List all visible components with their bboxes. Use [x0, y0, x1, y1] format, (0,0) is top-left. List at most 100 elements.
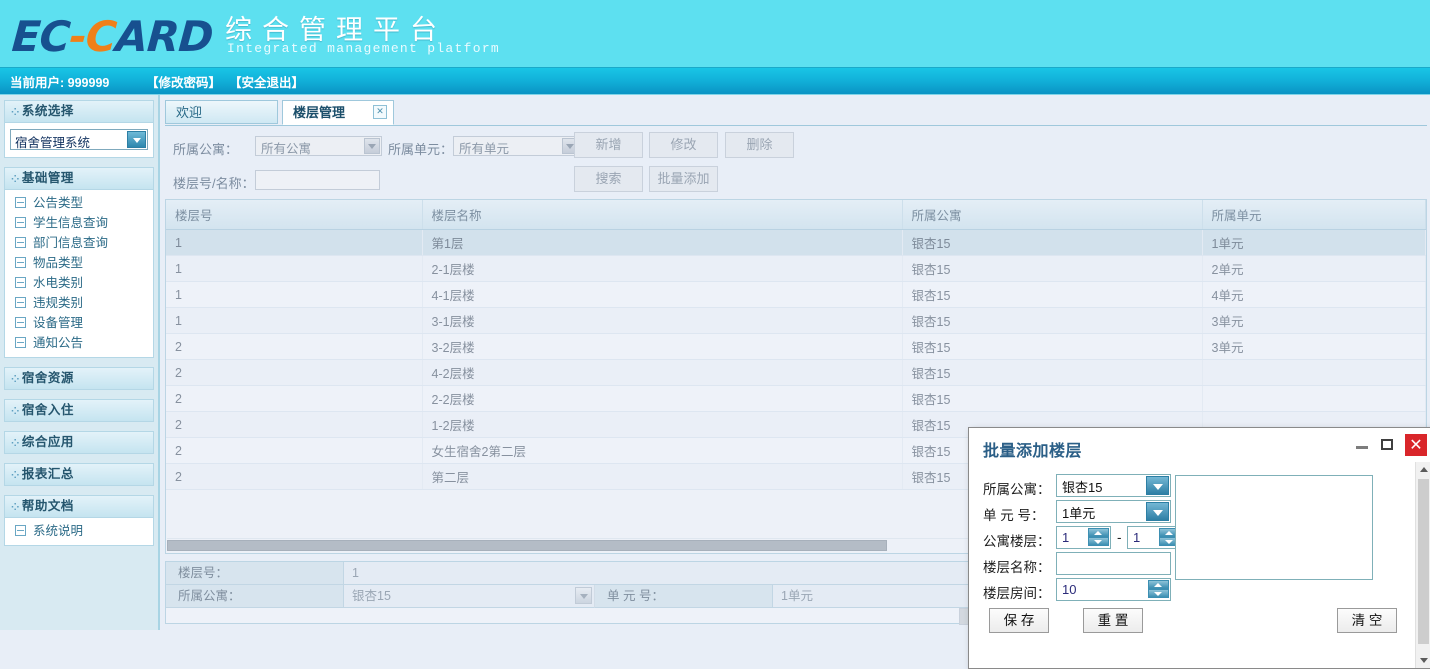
- delete-button[interactable]: 删除: [725, 132, 794, 158]
- sidebar-group-header-basic[interactable]: ⁘ 基础管理: [5, 168, 153, 190]
- dialog-vertical-scrollbar[interactable]: [1415, 462, 1430, 668]
- chevron-down-icon[interactable]: [575, 587, 592, 604]
- dialog-floor-range-separator: -: [1117, 530, 1122, 545]
- sidebar-group-header-dorm-resource[interactable]: ⁘ 宿舍资源: [5, 368, 153, 389]
- sidebar-group-header-help[interactable]: ⁘ 帮助文档: [5, 496, 153, 518]
- chevron-down-icon[interactable]: [127, 131, 146, 148]
- detail-apartment-label: 所属公寓：: [166, 585, 344, 608]
- cell-floor-no: 1: [166, 281, 423, 308]
- sidebar-item-department-query[interactable]: 部门信息查询: [5, 233, 153, 253]
- dialog-floor-from-stepper[interactable]: 1: [1056, 526, 1111, 549]
- table-row[interactable]: 1 3-1层楼 银杏15 3单元: [166, 307, 1426, 334]
- dialog-unit-select[interactable]: 1单元: [1056, 500, 1171, 523]
- dialog-reset-button[interactable]: 重 置: [1083, 608, 1143, 633]
- dialog-clear-button[interactable]: 清 空: [1337, 608, 1397, 633]
- column-header-floor-name[interactable]: 楼层名称: [422, 200, 903, 230]
- table-row[interactable]: 2 3-2层楼 银杏15 3单元: [166, 333, 1426, 360]
- floor-name-filter-input[interactable]: [255, 170, 380, 190]
- bullet-icon: ⁘: [11, 406, 20, 417]
- sidebar-menu-help: 系统说明: [5, 518, 153, 545]
- unit-filter-select[interactable]: 所有单元: [453, 136, 580, 156]
- scrollbar-thumb[interactable]: [1418, 479, 1429, 644]
- scroll-down-icon[interactable]: [1416, 653, 1430, 668]
- system-select-header: ⁘ 系统选择: [5, 101, 153, 123]
- stepper-arrows-icon[interactable]: [1148, 580, 1169, 599]
- logo-text-ard: ARD: [114, 12, 215, 61]
- sidebar-item-utility-type[interactable]: 水电类别: [5, 273, 153, 293]
- stepper-arrows-icon[interactable]: [1088, 528, 1109, 547]
- column-header-apartment[interactable]: 所属公寓: [902, 200, 1203, 230]
- dialog-save-button[interactable]: 保 存: [989, 608, 1049, 633]
- logout-link[interactable]: 【安全退出】: [229, 72, 304, 91]
- bullet-icon: ⁘: [11, 470, 20, 481]
- dialog-floor-name-input[interactable]: [1056, 552, 1171, 575]
- close-icon[interactable]: ✕: [373, 105, 387, 119]
- add-button[interactable]: 新增: [574, 132, 643, 158]
- tab-welcome[interactable]: 欢迎: [165, 100, 278, 124]
- stepper-up-icon[interactable]: [1088, 528, 1109, 537]
- table-row[interactable]: 1 4-1层楼 银杏15 4单元: [166, 281, 1426, 308]
- dialog-floor-to-stepper[interactable]: 1: [1127, 526, 1182, 549]
- logo-text-ec: EC: [10, 12, 72, 61]
- dialog-floor-from-value: 1: [1062, 530, 1070, 545]
- sidebar-item-announcement[interactable]: 通知公告: [5, 333, 153, 353]
- sidebar-item-violation-type[interactable]: 违规类别: [5, 293, 153, 313]
- column-header-floor-no[interactable]: 楼层号: [166, 200, 423, 230]
- sidebar-item-student-query[interactable]: 学生信息查询: [5, 213, 153, 233]
- maximize-icon[interactable]: [1376, 434, 1398, 456]
- sidebar-item-system-manual[interactable]: 系统说明: [5, 521, 153, 541]
- cell-unit: 1单元: [1202, 229, 1426, 256]
- tab-floor-management[interactable]: 楼层管理 ✕: [282, 100, 394, 125]
- sidebar-group-header-reports[interactable]: ⁘ 报表汇总: [5, 464, 153, 485]
- sidebar-item-equipment-management[interactable]: 设备管理: [5, 313, 153, 333]
- stepper-down-icon[interactable]: [1148, 589, 1169, 598]
- bullet-square-icon: [15, 297, 26, 309]
- sidebar-group-title: 帮助文档: [21, 499, 74, 513]
- dialog-log-area[interactable]: [1175, 475, 1373, 580]
- sidebar-group-header-dorm-checkin[interactable]: ⁘ 宿舍入住: [5, 400, 153, 421]
- sidebar-group-header-comprehensive[interactable]: ⁘ 综合应用: [5, 432, 153, 453]
- bullet-square-icon: [15, 217, 26, 229]
- dialog-unit-value: 1单元: [1062, 506, 1096, 521]
- column-header-unit[interactable]: 所属单元: [1202, 200, 1426, 230]
- close-icon[interactable]: ✕: [1405, 434, 1427, 456]
- dialog-room-count-stepper[interactable]: 10: [1056, 578, 1171, 601]
- stepper-up-icon[interactable]: [1148, 580, 1169, 589]
- user-bar: 当前用户: 999999 【修改密码】 【安全退出】: [0, 68, 1430, 95]
- dialog-apartment-select[interactable]: 银杏15: [1056, 474, 1171, 497]
- table-row[interactable]: 1 第1层 银杏15 1单元: [166, 229, 1426, 256]
- sidebar-item-notice-type[interactable]: 公告类型: [5, 193, 153, 213]
- scroll-up-icon[interactable]: [1416, 462, 1430, 477]
- system-select-title: 系统选择: [21, 104, 74, 118]
- cell-floor-name: 4-1层楼: [422, 281, 903, 308]
- bullet-square-icon: [15, 277, 26, 289]
- search-button[interactable]: 搜索: [574, 166, 643, 192]
- table-row[interactable]: 2 4-2层楼 银杏15: [166, 359, 1426, 386]
- table-row[interactable]: 1 2-1层楼 银杏15 2单元: [166, 255, 1426, 282]
- sidebar-group-dorm-checkin: ⁘ 宿舍入住: [4, 399, 154, 422]
- cell-unit: 3单元: [1202, 333, 1426, 360]
- stepper-down-icon[interactable]: [1088, 537, 1109, 546]
- minimize-icon[interactable]: [1351, 434, 1373, 456]
- chevron-down-icon[interactable]: [364, 138, 380, 154]
- change-password-link[interactable]: 【修改密码】: [146, 72, 221, 91]
- scrollbar-thumb[interactable]: [167, 540, 887, 551]
- cell-floor-name: 2-1层楼: [422, 255, 903, 282]
- detail-apartment-value[interactable]: 银杏15: [344, 585, 595, 608]
- chevron-down-icon[interactable]: [1146, 476, 1169, 495]
- table-row[interactable]: 2 2-2层楼 银杏15: [166, 385, 1426, 412]
- cell-apartment: 银杏15: [902, 229, 1203, 256]
- bullet-square-icon: [15, 525, 26, 537]
- sidebar-item-label: 系统说明: [33, 524, 84, 538]
- apartment-filter-select[interactable]: 所有公寓: [255, 136, 382, 156]
- bullet-square-icon: [15, 337, 26, 349]
- cell-floor-no: 1: [166, 229, 423, 256]
- edit-button[interactable]: 修改: [649, 132, 718, 158]
- chevron-down-icon[interactable]: [1146, 502, 1169, 521]
- batch-add-button[interactable]: 批量添加: [649, 166, 718, 192]
- sidebar-item-label: 学生信息查询: [33, 216, 109, 230]
- system-select-dropdown[interactable]: 宿舍管理系统: [10, 129, 148, 150]
- bullet-icon: ⁘: [11, 502, 20, 513]
- sidebar-item-item-type[interactable]: 物品类型: [5, 253, 153, 273]
- sidebar-group-title: 基础管理: [21, 171, 74, 185]
